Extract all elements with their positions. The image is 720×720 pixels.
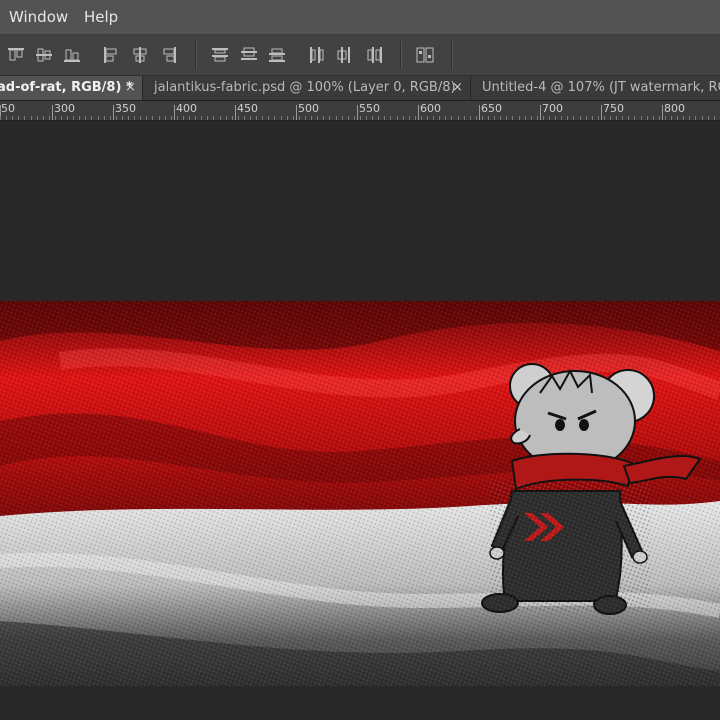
distribute-right-icon[interactable] bbox=[364, 44, 386, 66]
ruler-label: 300 bbox=[54, 102, 75, 115]
tab-title: jalantikus-fabric.psd @ 100% (Layer 0, R… bbox=[154, 80, 456, 95]
menu-window[interactable]: Window bbox=[9, 8, 68, 26]
align-bottom-edges-icon[interactable] bbox=[61, 44, 83, 66]
ruler-label: 500 bbox=[298, 102, 319, 115]
ruler-label: 400 bbox=[176, 102, 197, 115]
ruler-label: 650 bbox=[481, 102, 502, 115]
ruler-label: 350 bbox=[115, 102, 136, 115]
ruler-label: 750 bbox=[603, 102, 624, 115]
tab-rat-document[interactable]: ad-of-rat, RGB/8) * × bbox=[0, 76, 143, 100]
menu-bar: Window Help bbox=[0, 0, 720, 35]
ruler-label: 450 bbox=[237, 102, 258, 115]
distribute-horizontal-centers-icon[interactable] bbox=[334, 44, 356, 66]
options-separator bbox=[195, 41, 196, 69]
close-icon[interactable]: × bbox=[125, 76, 136, 100]
align-left-edges-icon[interactable] bbox=[100, 44, 122, 66]
ruler-label: 700 bbox=[542, 102, 563, 115]
ruler-label: 600 bbox=[420, 102, 441, 115]
align-horizontal-centers-icon[interactable] bbox=[129, 44, 151, 66]
distribute-vertical-centers-icon[interactable] bbox=[238, 44, 260, 66]
align-vertical-centers-icon[interactable] bbox=[33, 44, 55, 66]
canvas-workspace[interactable] bbox=[0, 121, 720, 720]
options-separator bbox=[451, 41, 452, 69]
menu-help[interactable]: Help bbox=[84, 8, 118, 26]
tab-title: ad-of-rat, RGB/8) * bbox=[0, 80, 133, 95]
ruler-label: 800 bbox=[664, 102, 685, 115]
align-right-edges-icon[interactable] bbox=[158, 44, 180, 66]
distribute-top-icon[interactable] bbox=[209, 44, 231, 66]
ruler-label: 550 bbox=[359, 102, 380, 115]
document-canvas[interactable] bbox=[0, 301, 720, 686]
horizontal-ruler[interactable]: 50 300 350 400 450 500 550 600 650 700 7… bbox=[0, 101, 720, 121]
distribute-left-icon[interactable] bbox=[305, 44, 327, 66]
align-top-edges-icon[interactable] bbox=[5, 44, 27, 66]
tab-jalantikus-fabric[interactable]: jalantikus-fabric.psd @ 100% (Layer 0, R… bbox=[143, 76, 471, 100]
tab-untitled-4[interactable]: Untitled-4 @ 107% (JT watermark, RGB bbox=[471, 76, 720, 100]
flag-fabric-image bbox=[0, 301, 720, 686]
options-bar bbox=[0, 35, 720, 76]
close-icon[interactable]: × bbox=[452, 76, 463, 100]
auto-align-layers-icon[interactable] bbox=[414, 44, 436, 66]
document-tab-bar: ad-of-rat, RGB/8) * × jalantikus-fabric.… bbox=[0, 76, 720, 101]
distribute-bottom-icon[interactable] bbox=[266, 44, 288, 66]
options-separator bbox=[400, 41, 401, 69]
tab-title: Untitled-4 @ 107% (JT watermark, RGB bbox=[482, 80, 720, 95]
ruler-label: 50 bbox=[1, 102, 15, 115]
